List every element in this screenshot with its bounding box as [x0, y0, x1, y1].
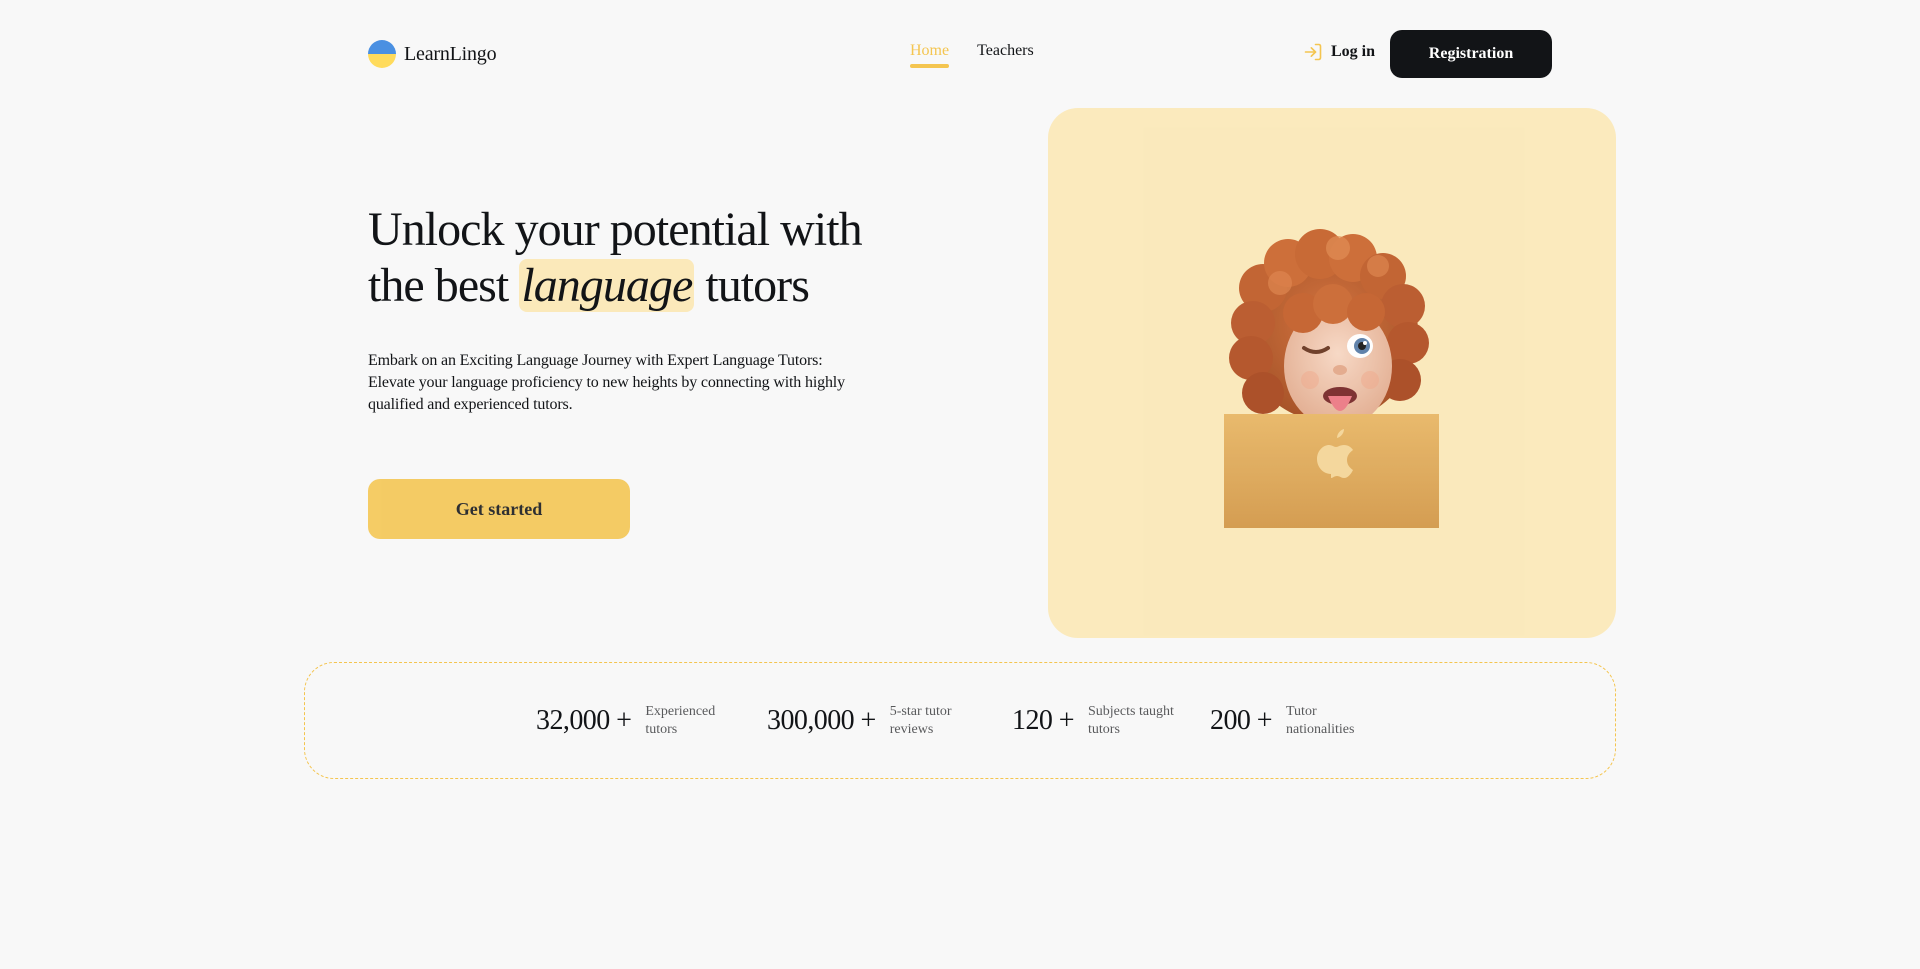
stat-label-line2: tutors: [1088, 722, 1120, 737]
stat-label-line1: Tutor: [1286, 704, 1317, 719]
stats-section: 32,000 + Experienced tutors 300,000 + 5-…: [304, 662, 1616, 779]
stat-label: 5-star tutor reviews: [890, 703, 952, 739]
stat-experienced-tutors: 32,000 + Experienced tutors: [536, 703, 715, 739]
log-in-arrow-icon: [1304, 43, 1322, 61]
brand-logo[interactable]: LearnLingo: [368, 39, 497, 69]
stat-label-line2: reviews: [889, 722, 934, 737]
stat-label-line1: Subjects taught: [1088, 704, 1174, 719]
login-button[interactable]: Log in: [1303, 42, 1375, 62]
stat-label: Experienced tutors: [645, 703, 715, 739]
face: [1283, 284, 1392, 428]
nav-item-home[interactable]: Home: [910, 42, 950, 68]
get-started-button[interactable]: Get started: [368, 479, 630, 539]
hero-image-card: [1048, 108, 1616, 638]
hero-title-part2: tutors: [705, 259, 810, 312]
hero-description: Embark on an Exciting Language Journey w…: [368, 352, 845, 413]
stat-subjects-taught: 120 + Subjects taught tutors: [1012, 703, 1174, 739]
stat-label-line1: Experienced: [645, 704, 716, 719]
ukraine-flag-circle-icon: [368, 40, 396, 68]
hero-title-highlight: language: [519, 259, 695, 312]
stat-label: Subjects taught tutors: [1088, 703, 1174, 739]
hero-title: Unlock your potential with the best lang…: [368, 202, 928, 314]
stat-value: 300,000 +: [767, 705, 876, 736]
nav-item-teachers[interactable]: Teachers: [977, 42, 1034, 66]
site-header: LearnLingo Home Teachers Log in Registra…: [0, 0, 1920, 108]
stat-label-line1: 5-star tutor: [889, 704, 952, 719]
main-nav: Home Teachers: [910, 42, 1034, 68]
stat-label-line2: nationalities: [1286, 722, 1355, 737]
stat-value: 120 +: [1012, 705, 1075, 736]
stat-value: 200 +: [1210, 705, 1273, 736]
registration-button[interactable]: Registration: [1390, 30, 1552, 78]
stat-label-line2: tutors: [645, 722, 678, 737]
memoji-with-laptop-illustration: [1224, 229, 1439, 528]
brand-name: LearnLingo: [404, 42, 497, 65]
stat-label: Tutor nationalities: [1286, 703, 1354, 739]
stat-five-star-reviews: 300,000 + 5-star tutor reviews: [767, 703, 952, 739]
login-label: Log in: [1331, 43, 1376, 60]
stat-value: 32,000 +: [536, 705, 632, 736]
stat-tutor-nationalities: 200 + Tutor nationalities: [1210, 703, 1354, 739]
laptop: [1224, 414, 1439, 528]
